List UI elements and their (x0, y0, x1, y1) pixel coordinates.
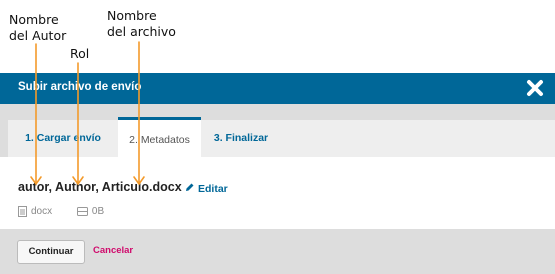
file-type-label: docx (31, 206, 53, 218)
continue-button[interactable]: Continuar (17, 240, 85, 264)
file-type: docx (18, 206, 52, 217)
file-details: autor, Author, Articulo.docx Editar docx… (0, 157, 555, 229)
tab-finish[interactable]: 3. Finalizar (201, 120, 281, 157)
tab-upload[interactable]: 1. Cargar envío (8, 120, 118, 157)
close-icon[interactable] (525, 78, 545, 98)
file-size-label: 0B (91, 206, 105, 218)
file-meta: docx 0B (18, 206, 126, 217)
modal-header: Subir archivo de envío (0, 73, 555, 104)
modal-footer: Continuar Cancelar (0, 229, 555, 274)
document-icon (18, 206, 27, 217)
edit-label: Editar (198, 183, 228, 195)
file-name-line: autor, Author, Articulo.docx (18, 180, 182, 194)
file-size: 0B (76, 206, 105, 218)
edit-link[interactable]: Editar (185, 182, 228, 195)
role-callout: Rol (70, 46, 90, 61)
cancel-link[interactable]: Cancelar (93, 245, 133, 256)
modal-title: Subir archivo de envío (18, 81, 142, 93)
pencil-icon (185, 182, 195, 195)
author-name-callout: Nombre del Autor (9, 12, 67, 43)
storage-icon (76, 206, 88, 216)
file-name-callout: Nombre del archivo (107, 8, 176, 39)
tab-metadata[interactable]: 2. Metadatos (118, 117, 201, 160)
